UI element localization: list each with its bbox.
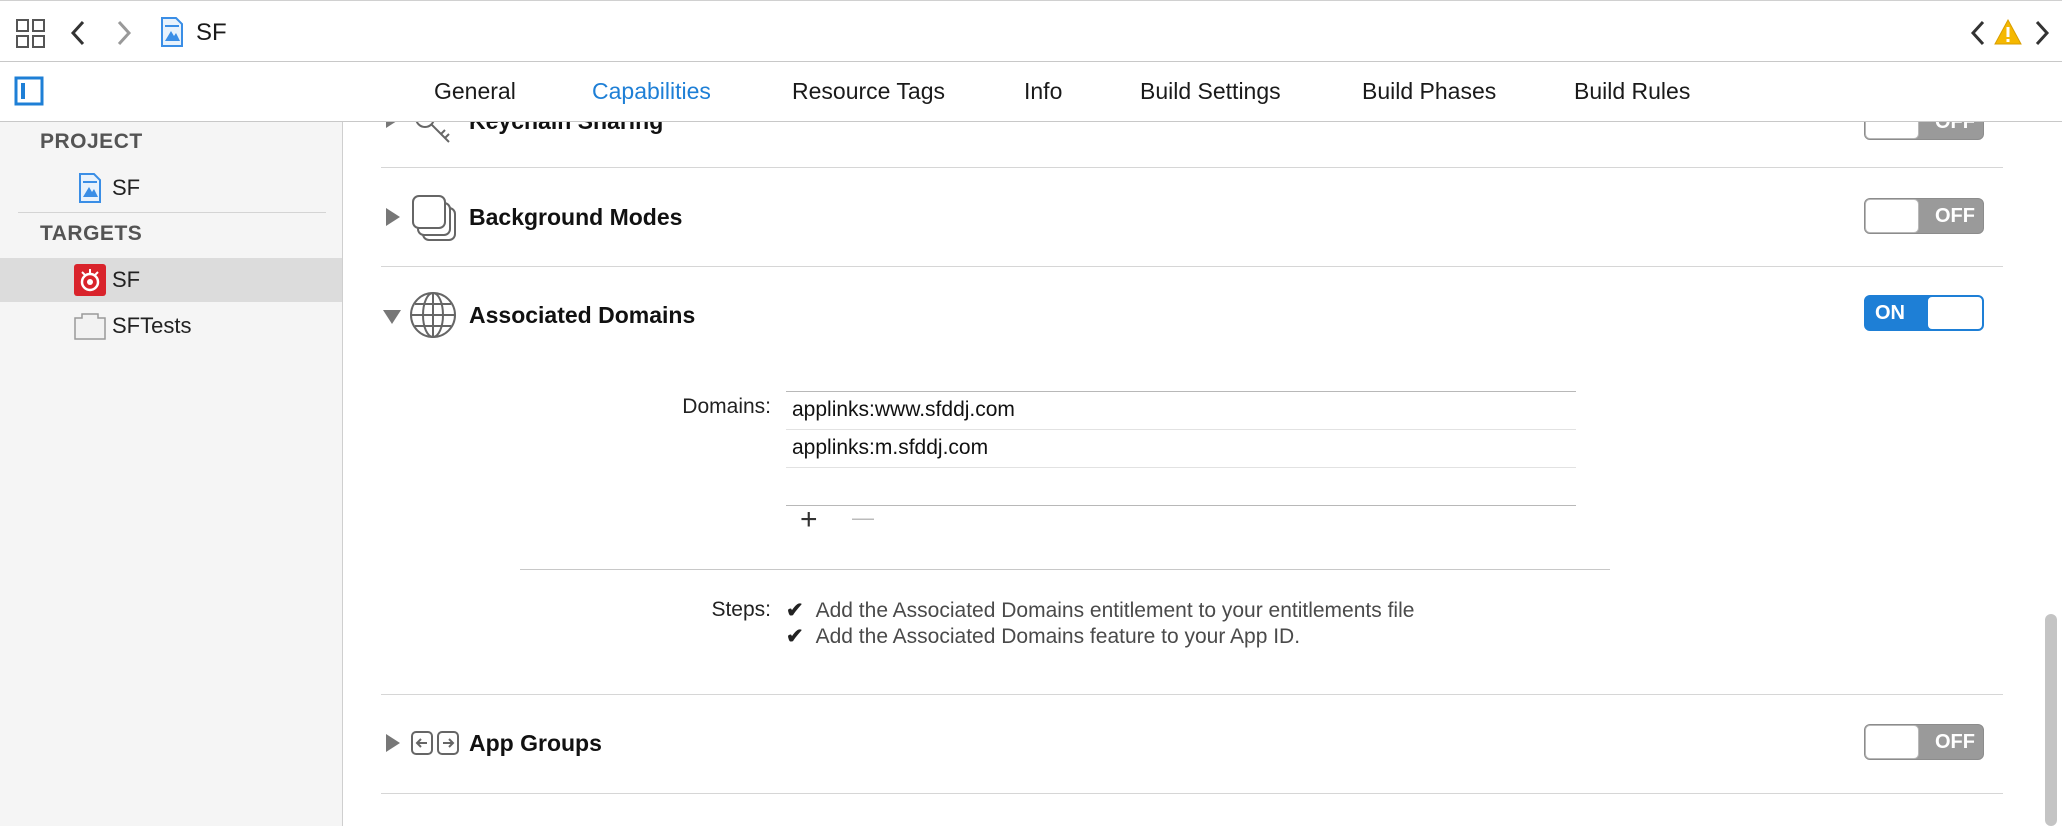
domain-entry: applinks:m.sfddj.com	[792, 436, 989, 459]
tab-capabilities[interactable]: Capabilities	[592, 78, 711, 105]
step-text: Add the Associated Domains feature to yo…	[815, 625, 1301, 648]
back-chevron-icon[interactable]	[68, 19, 88, 52]
sidebar-separator	[18, 212, 326, 213]
remove-domain-button[interactable]: —	[852, 505, 874, 531]
capability-background-modes: Background Modes OFF	[343, 168, 2062, 266]
check-icon: ✔	[786, 625, 804, 648]
step-text: Add the Associated Domains entitlement t…	[815, 599, 1415, 622]
jump-bar-title[interactable]: SF	[196, 19, 227, 47]
disclosure-triangle-icon[interactable]	[386, 734, 400, 752]
domain-row-empty[interactable]	[786, 468, 1576, 506]
tab-general[interactable]: General	[434, 78, 516, 105]
sidebar-item-project-sf[interactable]: SF	[0, 166, 342, 210]
vertical-scrollbar[interactable]	[2045, 614, 2057, 826]
app-groups-toggle[interactable]: OFF	[1864, 724, 1984, 760]
disclosure-triangle-icon[interactable]	[383, 310, 401, 324]
next-issue-icon[interactable]	[2032, 19, 2052, 52]
keychain-icon	[411, 122, 455, 153]
steps-label: Steps:	[711, 598, 771, 621]
project-section-header: PROJECT	[40, 130, 143, 153]
steps-divider	[520, 569, 1610, 570]
capability-associated-domains: Associated Domains ON Domains: applinks:…	[343, 267, 2062, 694]
keychain-sharing-toggle[interactable]: OFF	[1864, 122, 1984, 140]
app-groups-icon	[411, 729, 459, 762]
domain-entry: applinks:www.sfddj.com	[792, 398, 1015, 421]
disclosure-triangle-icon[interactable]	[386, 208, 400, 226]
forward-chevron-icon[interactable]	[114, 19, 134, 52]
capability-title: App Groups	[469, 730, 602, 756]
app-target-icon	[74, 264, 106, 301]
sidebar-item-target-sftests[interactable]: SFTests	[0, 304, 342, 348]
test-bundle-icon	[74, 312, 106, 345]
capability-title: Keychain Sharing	[469, 122, 663, 135]
associated-domains-toggle[interactable]: ON	[1864, 295, 1984, 331]
disclosure-triangle-icon[interactable]	[386, 122, 400, 128]
capabilities-editor: Keychain Sharing OFF Background Modes OF…	[343, 122, 2062, 826]
editor-tab-bar: General Capabilities Resource Tags Info …	[0, 62, 2062, 122]
sidebar-item-label: SF	[112, 267, 141, 292]
project-file-icon	[78, 173, 102, 208]
jump-bar: SF	[0, 0, 2062, 62]
capability-title: Background Modes	[469, 204, 683, 230]
sidebar-item-label: SF	[112, 175, 141, 200]
add-domain-button[interactable]: +	[800, 503, 818, 537]
domain-row[interactable]: applinks:www.sfddj.com	[786, 392, 1576, 430]
project-file-icon	[160, 17, 184, 52]
background-modes-toggle[interactable]: OFF	[1864, 198, 1984, 234]
targets-section-header: TARGETS	[40, 222, 143, 245]
warning-icon[interactable]	[1994, 18, 2022, 50]
previous-issue-icon[interactable]	[1968, 19, 1988, 52]
tab-info[interactable]: Info	[1024, 78, 1062, 105]
sidebar-item-label: SFTests	[112, 313, 192, 338]
domain-row[interactable]: applinks:m.sfddj.com	[786, 430, 1576, 468]
show-hide-targets-icon[interactable]	[14, 76, 44, 111]
capability-keychain-sharing: Keychain Sharing OFF	[343, 122, 2062, 167]
targets-sidebar: PROJECT SF TARGETS SF SFTests	[0, 122, 343, 826]
tab-build-phases[interactable]: Build Phases	[1362, 78, 1496, 105]
domains-label: Domains:	[682, 395, 771, 418]
step-item: ✔ Add the Associated Domains feature to y…	[786, 624, 1300, 649]
capability-app-groups: App Groups OFF	[343, 695, 2062, 793]
check-icon: ✔	[786, 599, 804, 622]
tab-build-settings[interactable]: Build Settings	[1140, 78, 1281, 105]
globe-icon	[409, 291, 457, 344]
step-item: ✔ Add the Associated Domains entitlement …	[786, 598, 1414, 623]
tab-resource-tags[interactable]: Resource Tags	[792, 78, 945, 105]
sidebar-item-target-sf[interactable]: SF	[0, 258, 342, 302]
capability-title: Associated Domains	[469, 302, 696, 328]
related-items-grid-icon[interactable]	[16, 19, 46, 54]
tab-build-rules[interactable]: Build Rules	[1574, 78, 1690, 105]
background-modes-icon	[411, 194, 459, 247]
section-divider	[381, 793, 2003, 794]
